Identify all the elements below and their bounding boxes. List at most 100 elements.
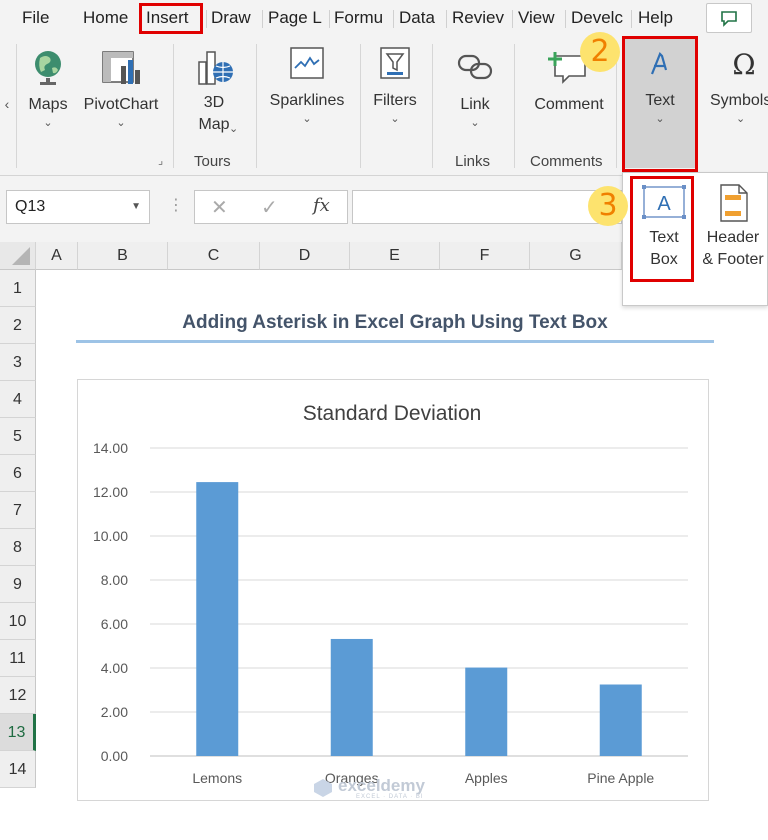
header-footer-button[interactable]: Header & Footer [697, 179, 768, 283]
chevron-down-icon: ⌄ [43, 117, 53, 129]
filter-icon [380, 47, 410, 79]
column-header-g[interactable]: G [530, 242, 622, 270]
column-header-c[interactable]: C [168, 242, 260, 270]
comment-icon [721, 11, 737, 27]
sheet-title[interactable]: Adding Asterisk in Excel Graph Using Tex… [76, 312, 714, 334]
row-header-11[interactable]: 11 [0, 640, 36, 677]
step-2-badge: 2 [580, 32, 620, 72]
ribbon-scroll-left[interactable]: ‹ [0, 84, 14, 124]
row-header-7[interactable]: 7 [0, 492, 36, 529]
tab-data[interactable]: Data [399, 6, 435, 30]
cancel-icon[interactable]: ✕ [211, 195, 228, 220]
tab-page-layout[interactable]: Page L [268, 6, 322, 30]
chevron-down-icon: ⌄ [116, 117, 126, 129]
select-all-triangle-icon [12, 247, 30, 265]
filters-label: Filters [373, 92, 417, 109]
chevron-down-icon: ⌄ [302, 113, 312, 125]
maps-button[interactable]: Maps ⌄ [20, 42, 76, 130]
watermark-tagline: EXCEL · DATA · BI [356, 794, 424, 800]
tab-help[interactable]: Help [638, 6, 673, 30]
exceldemy-watermark: exceldemy EXCEL · DATA · BI [312, 776, 462, 800]
worksheet: A B C D E F G 1 2 3 4 5 6 7 8 9 10 11 12 13 14 Adding… [0, 242, 768, 840]
tab-file[interactable]: File [22, 6, 49, 30]
row-header-14[interactable]: 14 [0, 751, 36, 788]
chart-svg: Standard Deviation 0.00 2.00 4.00 6.00 8.00 1… [93, 402, 688, 786]
tab-formulas[interactable]: Formu [334, 6, 383, 30]
column-header-b[interactable]: B [78, 242, 168, 270]
sparklines-button[interactable]: Sparklines ⌄ [262, 42, 352, 126]
bar-apples[interactable] [465, 667, 508, 756]
insert-function-icon[interactable]: fx [313, 195, 330, 216]
row-header-2[interactable]: 2 [0, 307, 36, 344]
chart[interactable]: Standard Deviation 0.00 2.00 4.00 6.00 8.00 1… [77, 379, 709, 801]
row-header-6[interactable]: 6 [0, 455, 36, 492]
tab-home[interactable]: Home [83, 6, 128, 30]
bar-oranges[interactable] [330, 638, 373, 756]
x-category-label: Apples [465, 770, 508, 786]
x-category-label: Pine Apple [587, 770, 654, 786]
link-icon [457, 54, 493, 80]
column-header-a[interactable]: A [36, 242, 78, 270]
formula-bar-resize-handle[interactable]: ⋮ [168, 196, 184, 216]
row-header-1[interactable]: 1 [0, 270, 36, 307]
chevron-down-icon: ▼ [131, 201, 141, 212]
row-header-12[interactable]: 12 [0, 677, 36, 714]
chevron-down-icon: ⌄ [390, 113, 400, 125]
tab-view[interactable]: View [518, 6, 555, 30]
text-box-highlight [630, 176, 694, 282]
chevron-down-icon: ⌄ [470, 117, 480, 129]
row-header-5[interactable]: 5 [0, 418, 36, 455]
globe-icon [35, 51, 61, 85]
filters-button[interactable]: Filters ⌄ [366, 42, 424, 126]
watermark-name: exceldemy [338, 776, 425, 795]
svg-text:Ω: Ω [732, 48, 755, 81]
row-header-9[interactable]: 9 [0, 566, 36, 603]
y-tick-label: 4.00 [101, 660, 128, 676]
tab-review[interactable]: Reviev [452, 6, 504, 30]
y-tick-label: 8.00 [101, 572, 128, 588]
column-header-f[interactable]: F [440, 242, 530, 270]
formula-buttons: ✕ ✓ fx [194, 190, 348, 224]
header-footer-label-line1: Header [706, 229, 760, 246]
y-tick-label: 14.00 [93, 440, 128, 456]
enter-check-icon[interactable]: ✓ [261, 195, 278, 220]
group-tours: Tours [194, 153, 231, 170]
row-header-10[interactable]: 10 [0, 603, 36, 640]
name-box[interactable]: Q13 ▼ [6, 190, 150, 224]
row-header-8[interactable]: 8 [0, 529, 36, 566]
symbols-label: Symbols [710, 92, 768, 109]
column-header-d[interactable]: D [260, 242, 350, 270]
tab-draw[interactable]: Draw [211, 6, 251, 30]
y-tick-label: 6.00 [101, 616, 128, 632]
pivotchart-button[interactable]: PivotChart ⌄ [78, 42, 164, 130]
3d-map-label-line1: 3D [203, 94, 225, 111]
dialog-launcher-icon[interactable]: ⌟ [158, 154, 163, 167]
link-button[interactable]: Link ⌄ [442, 42, 508, 130]
formula-input[interactable] [352, 190, 622, 224]
row-header-4[interactable]: 4 [0, 381, 36, 418]
link-label: Link [460, 96, 490, 113]
3d-map-button[interactable]: 3D Map ⌄ [180, 42, 248, 136]
x-category-label: Lemons [192, 770, 242, 786]
comments-button[interactable] [706, 3, 752, 33]
row-header-13[interactable]: 13 [0, 714, 36, 751]
tab-developer[interactable]: Develc [571, 6, 623, 30]
header-footer-label-line2: & Footer [702, 251, 764, 268]
title-underline [76, 340, 714, 343]
name-box-value: Q13 [15, 198, 46, 215]
bar-lemons[interactable] [196, 482, 239, 756]
row-header-3[interactable]: 3 [0, 344, 36, 381]
step-3-badge: 3 [588, 186, 628, 226]
insert-tab-highlight [139, 3, 203, 34]
column-header-e[interactable]: E [350, 242, 440, 270]
omega-icon: Ω [732, 48, 755, 81]
chevron-down-icon: ⌄ [229, 123, 239, 135]
exceldemy-logo-icon [314, 779, 332, 797]
3d-map-icon [198, 51, 233, 85]
symbols-button[interactable]: Ω Symbols ⌄ [704, 42, 768, 126]
header-footer-icon [720, 184, 748, 222]
sparklines-icon [290, 47, 324, 79]
select-all-corner[interactable] [0, 242, 36, 270]
bar-pine-apple[interactable] [599, 684, 642, 757]
excel-window: File Home Insert Draw Page L Formu Data … [0, 0, 768, 840]
